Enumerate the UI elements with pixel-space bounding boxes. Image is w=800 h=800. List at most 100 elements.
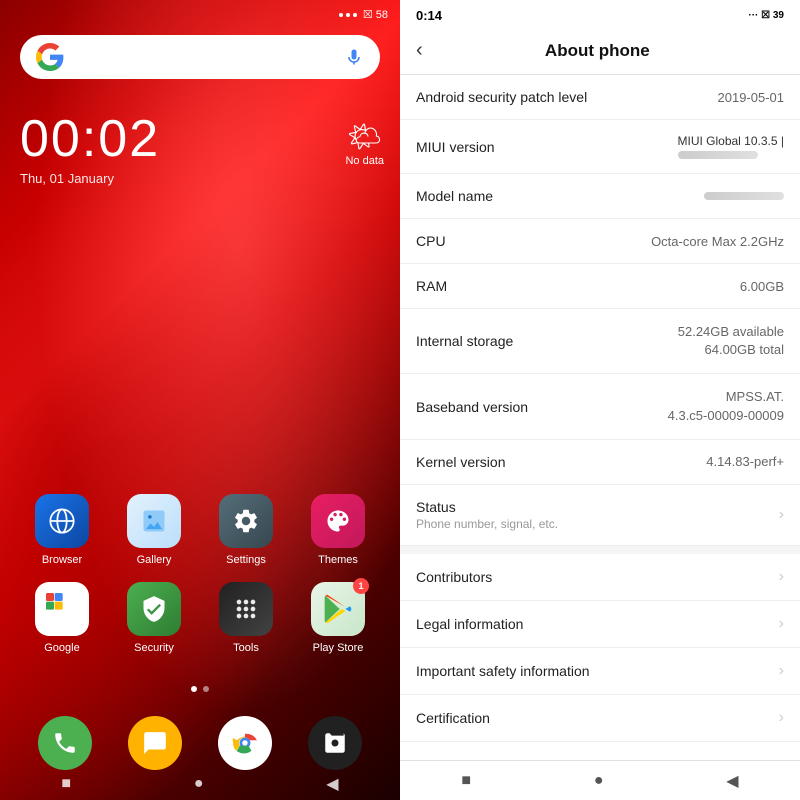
item-contributors[interactable]: Contributors ›	[400, 554, 800, 601]
clock-date: Thu, 01 January	[20, 171, 380, 186]
app-tools[interactable]: Tools	[210, 582, 282, 654]
legal-chevron: ›	[779, 615, 784, 633]
nav-square-left[interactable]: ■	[61, 775, 71, 793]
gallery-label: Gallery	[137, 554, 172, 566]
app-browser[interactable]: Browser	[26, 494, 98, 566]
gallery-icon	[127, 494, 181, 548]
miui-value-blurred	[678, 151, 758, 159]
settings-list: Android security patch level 2019-05-01 …	[400, 75, 800, 760]
item-legal[interactable]: Legal information ›	[400, 601, 800, 648]
kernel-value: 4.14.83-perf+	[706, 454, 784, 469]
security-patch-value: 2019-05-01	[718, 90, 785, 105]
cpu-label: CPU	[416, 233, 651, 249]
weather-widget: 🌤 No data	[345, 120, 384, 167]
storage-total: 64.00GB total	[678, 341, 784, 359]
item-model-name: Model name	[400, 174, 800, 219]
status-label: Status	[416, 499, 771, 515]
nav-back-left[interactable]: ◀	[326, 774, 338, 794]
weather-text: No data	[345, 155, 384, 167]
certification-label: Certification	[416, 710, 771, 726]
nav-bar-left: ■ ● ◀	[0, 772, 400, 800]
contributors-chevron: ›	[779, 568, 784, 586]
model-value	[704, 192, 784, 200]
app-security[interactable]: Security	[118, 582, 190, 654]
clock-time: 00:02	[20, 109, 380, 169]
right-panel: 0:14 ··· ☒ 39 ‹ About phone Android secu…	[400, 0, 800, 800]
status-bar-left: ☒ 58	[0, 0, 400, 25]
page-indicators	[0, 686, 400, 692]
item-label-ram: RAM	[416, 278, 740, 294]
browser-label: Browser	[42, 554, 82, 566]
status-time: 0:14	[416, 8, 442, 23]
dock-chrome[interactable]	[218, 716, 272, 770]
ram-value: 6.00GB	[740, 279, 784, 294]
dock	[0, 716, 400, 770]
app-themes[interactable]: Themes	[302, 494, 374, 566]
baseband-val1: MPSS.AT.	[668, 388, 784, 406]
page-dot-2	[203, 686, 209, 692]
playstore-label: Play Store	[313, 642, 364, 654]
dock-message[interactable]	[128, 716, 182, 770]
kernel-label: Kernel version	[416, 454, 706, 470]
item-storage: Internal storage 52.24GB available 64.00…	[400, 309, 800, 374]
item-certification[interactable]: Certification ›	[400, 695, 800, 742]
clock-area: 00:02 Thu, 01 January	[0, 89, 400, 186]
nav-back-right[interactable]: ◀	[726, 771, 738, 791]
section-divider-1	[400, 546, 800, 554]
security-patch-label: Android security patch level	[416, 89, 718, 105]
dot2	[346, 13, 350, 17]
baseband-label: Baseband version	[416, 399, 668, 415]
miui-value: MIUI Global 10.3.5 |	[678, 134, 785, 159]
dot3	[353, 13, 357, 17]
app-gallery[interactable]: Gallery	[118, 494, 190, 566]
cpu-value: Octa-core Max 2.2GHz	[651, 234, 784, 249]
item-baseband: Baseband version MPSS.AT. 4.3.c5-00009-0…	[400, 374, 800, 439]
baseband-value: MPSS.AT. 4.3.c5-00009-00009	[668, 388, 784, 424]
item-label-model: Model name	[416, 188, 704, 204]
nav-circle-left[interactable]: ●	[194, 775, 204, 793]
themes-icon	[311, 494, 365, 548]
app-row-1: Browser Gallery Settings Themes	[16, 494, 384, 566]
legal-label: Legal information	[416, 616, 771, 632]
miui-label: MIUI version	[416, 139, 678, 155]
google-logo	[36, 43, 64, 71]
item-safety[interactable]: Important safety information ›	[400, 648, 800, 695]
left-panel: ☒ 58 00:02 Thu, 01 January 🌤 No data	[0, 0, 400, 800]
item-status[interactable]: Status Phone number, signal, etc. ›	[400, 485, 800, 546]
weather-icon: 🌤	[347, 120, 383, 153]
playstore-badge: 1	[353, 578, 369, 594]
back-button[interactable]: ‹	[416, 39, 423, 62]
security-label: Security	[134, 642, 174, 654]
dock-camera[interactable]	[308, 716, 362, 770]
model-value-blurred	[704, 192, 784, 200]
dot1	[339, 13, 343, 17]
ram-label: RAM	[416, 278, 740, 294]
safety-label: Important safety information	[416, 663, 771, 679]
item-ram: RAM 6.00GB	[400, 264, 800, 309]
item-label-storage: Internal storage	[416, 333, 678, 349]
app-settings[interactable]: Settings	[210, 494, 282, 566]
status-icons-left: ☒ 58	[363, 8, 388, 21]
item-label-safety: Important safety information	[416, 663, 771, 679]
app-playstore[interactable]: 1 Play Store	[302, 582, 374, 654]
safety-chevron: ›	[779, 662, 784, 680]
nav-circle-right[interactable]: ●	[594, 772, 604, 790]
dock-phone[interactable]	[38, 716, 92, 770]
search-bar[interactable]	[20, 35, 380, 79]
nav-square-right[interactable]: ■	[461, 772, 471, 790]
google-icon	[35, 582, 89, 636]
mic-icon	[344, 47, 364, 67]
item-label-baseband: Baseband version	[416, 399, 668, 415]
status-sublabel: Phone number, signal, etc.	[416, 517, 771, 531]
page-title: About phone	[435, 41, 760, 61]
item-label-status: Status Phone number, signal, etc.	[416, 499, 771, 531]
item-security-patch: Android security patch level 2019-05-01	[400, 75, 800, 120]
item-label-certification: Certification	[416, 710, 771, 726]
top-bar: ‹ About phone	[400, 27, 800, 75]
browser-icon	[35, 494, 89, 548]
model-label: Model name	[416, 188, 704, 204]
app-google[interactable]: Google	[26, 582, 98, 654]
item-kernel: Kernel version 4.14.83-perf+	[400, 440, 800, 485]
security-icon	[127, 582, 181, 636]
certification-chevron: ›	[779, 709, 784, 727]
